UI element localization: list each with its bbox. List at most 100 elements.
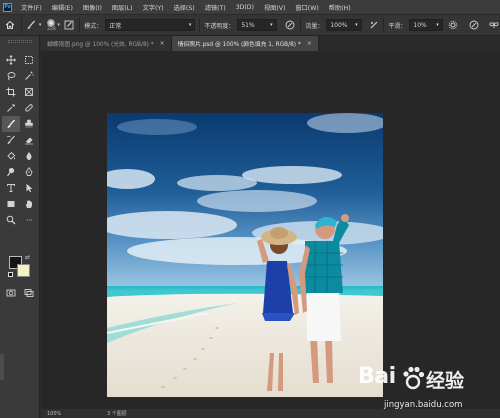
menu-help[interactable]: 帮助(H) [324,3,356,12]
arrow-pointer-icon [26,183,33,193]
brush-tool-indicator[interactable] [26,19,38,31]
move-tool[interactable] [2,52,20,68]
droplet-icon [26,152,32,160]
path-selection-tool[interactable] [20,180,38,196]
butterfly-icon [489,22,499,28]
pressure-size-icon [469,20,479,30]
close-icon[interactable]: × [160,40,165,47]
zoom-level[interactable]: 100% [47,411,87,417]
menu-layer[interactable]: 图层(L) [107,3,138,12]
smoothing-options-button[interactable] [447,19,459,31]
eraser-tool[interactable] [20,132,38,148]
chevron-down-icon: ▾ [355,22,358,28]
watermark-text: 经验 [426,370,465,392]
healing-brush-tool[interactable] [20,100,38,116]
frame-tool[interactable] [20,84,38,100]
brush-tool[interactable] [2,116,20,132]
default-colors-icon[interactable] [8,272,13,277]
close-icon[interactable]: × [307,40,312,47]
document-info[interactable]: 3 个图层 [107,410,127,417]
menu-file[interactable]: 文件(F) [16,3,47,12]
canvas-area[interactable] [41,51,500,409]
lasso-tool[interactable] [2,68,20,84]
swap-colors-icon[interactable]: ⇄ [25,254,30,261]
type-icon [7,184,15,192]
mode-select[interactable]: 正常 ▾ [105,19,196,31]
opacity-input[interactable]: 51% ▾ [237,19,277,31]
marquee-tool[interactable] [20,52,38,68]
bandage-icon [25,104,33,112]
panel-grip-icon [8,40,32,43]
mode-label: 模式： [84,22,103,30]
pressure-opacity-button[interactable] [285,19,297,31]
ellipsis-icon: ··· [25,215,33,225]
tab-butterfly-cutout[interactable]: 蝴蝶抠图.png @ 100% (光效, RGB/8) * × [41,36,172,51]
lasso-icon [7,72,16,81]
smoothing-value: 10% [413,21,427,29]
crop-icon [6,87,16,97]
chevron-down-icon[interactable]: ▾ [56,19,62,31]
magic-wand-icon [25,71,34,80]
menu-3d[interactable]: 3D(D) [231,4,259,11]
panel-collapse-handle[interactable] [0,354,4,380]
menu-view[interactable]: 视图(V) [259,3,290,12]
opacity-label: 不透明度： [204,22,235,30]
brush-icon [27,20,36,29]
flow-label: 流量： [305,22,324,30]
airbrush-button[interactable] [368,19,380,31]
menu-window[interactable]: 窗口(W) [290,3,323,12]
more-tools-button[interactable]: ··· [20,212,38,228]
menu-filter[interactable]: 滤镜(T) [200,3,231,12]
clone-stamp-tool[interactable] [20,116,38,132]
airbrush-icon [370,21,377,29]
tab-couple-photo[interactable]: 情侣照片.psd @ 100% (颜色填充 1, RGB/8) * × [171,36,319,51]
mode-value: 正常 [109,22,122,30]
pressure-size-button[interactable] [469,19,481,31]
history-brush-tool[interactable] [2,132,20,148]
tab-label: 情侣照片.psd @ 100% (颜色填充 1, RGB/8) * [177,42,301,48]
pen-icon [25,167,33,176]
brush-tip-icon [47,18,56,27]
menu-select[interactable]: 选择(S) [169,3,200,12]
crop-tool[interactable] [2,84,20,100]
paint-bucket-tool[interactable] [2,148,20,164]
shape-icon [7,201,15,207]
zoom-tool[interactable] [2,212,20,228]
flow-value: 100% [330,21,348,29]
tools-panel: ··· ⇄ [0,36,40,418]
paint-bucket-icon [7,151,16,160]
type-tool[interactable] [2,180,20,196]
dodge-tool[interactable] [2,164,20,180]
smoothing-input[interactable]: 10% ▾ [409,19,443,31]
menu-type[interactable]: 文字(Y) [138,3,169,12]
photoshop-logo[interactable]: Ps [3,2,12,12]
eyedropper-icon [7,104,15,112]
flow-input[interactable]: 100% ▾ [326,19,362,31]
beach-couple-photo [107,113,383,397]
brush-preset-picker[interactable]: 228 [47,18,56,32]
symmetry-button[interactable] [488,19,500,31]
paw-logo-icon [403,366,424,390]
hand-icon [25,200,32,208]
pen-tool[interactable] [20,164,38,180]
document-canvas[interactable] [107,113,383,397]
brush-settings-icon [64,20,74,30]
quick-mask-button[interactable] [4,286,18,300]
shape-tool[interactable] [2,196,20,212]
blur-tool[interactable] [20,148,38,164]
move-icon [6,55,16,65]
menu-bar: Ps 文件(F) 编辑(E) 图像(I) 图层(L) 文字(Y) 选择(S) 滤… [0,0,500,14]
hand-tool[interactable] [20,196,38,212]
home-button[interactable] [0,15,22,35]
background-color-swatch[interactable] [17,264,30,277]
eyedropper-tool[interactable] [2,100,20,116]
home-icon [5,20,15,29]
magic-wand-tool[interactable] [20,68,38,84]
chevron-down-icon[interactable]: ▾ [37,19,43,31]
divider [199,18,201,32]
menu-image[interactable]: 图像(I) [78,3,107,12]
menu-edit[interactable]: 编辑(E) [47,3,78,12]
document-tabs: 蝴蝶抠图.png @ 100% (光效, RGB/8) * × 情侣照片.psd… [41,36,500,51]
brush-panel-button[interactable] [64,19,76,31]
screen-mode-button[interactable] [22,286,36,300]
